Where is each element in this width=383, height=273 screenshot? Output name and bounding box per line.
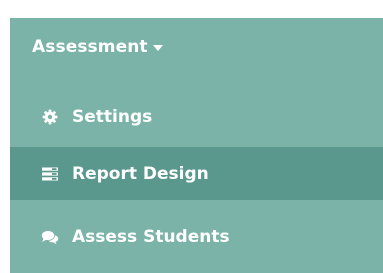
- report-list-icon: [41, 165, 59, 183]
- menu-item-label: Settings: [72, 106, 153, 127]
- menu-item-assess-students[interactable]: Assess Students: [10, 210, 383, 263]
- menu-item-label: Assess Students: [72, 226, 230, 247]
- assessment-dropdown-toggle[interactable]: Assessment: [10, 18, 383, 76]
- menu-item-settings[interactable]: Settings: [10, 90, 383, 143]
- assessment-sidebar: Assessment Settings Report Design Assess…: [10, 18, 383, 273]
- gear-icon: [41, 108, 59, 126]
- menu-item-label: Report Design: [72, 163, 209, 184]
- menu-item-report-design[interactable]: Report Design: [10, 147, 383, 200]
- chat-bubbles-icon: [41, 228, 59, 246]
- caret-down-icon: [152, 45, 163, 51]
- assessment-title: Assessment: [32, 37, 148, 57]
